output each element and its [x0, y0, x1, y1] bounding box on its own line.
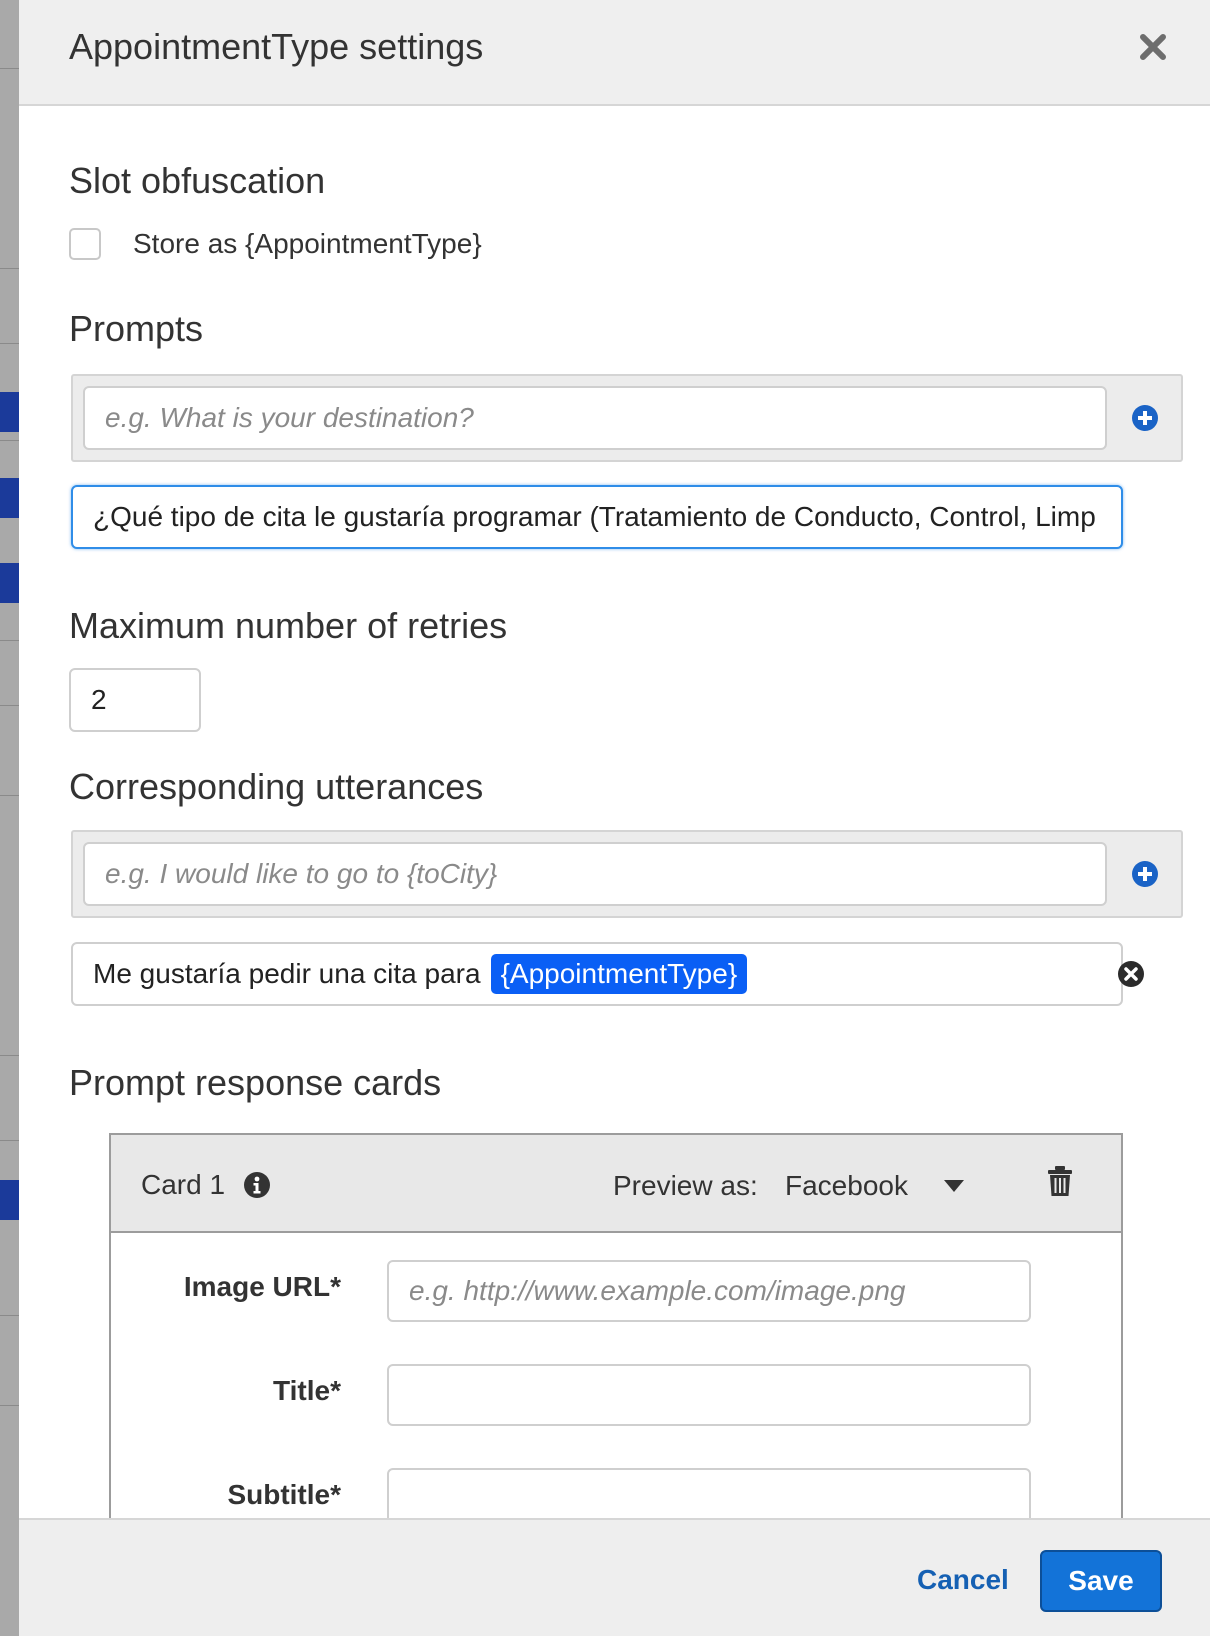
utterance-slot-tag[interactable]: {AppointmentType}	[490, 954, 748, 994]
bg-divider	[0, 1140, 19, 1141]
bg-divider	[0, 440, 19, 441]
prompt-item-text: ¿Qué tipo de cita le gustaría programar …	[93, 501, 1096, 532]
prompt-item-input[interactable]: ¿Qué tipo de cita le gustaría programar …	[71, 485, 1123, 549]
utterance-item-text: Me gustaría pedir una cita para	[93, 958, 481, 989]
new-utterance-group: e.g. I would like to go to {toCity}	[71, 830, 1183, 918]
bg-slot-chip	[0, 1180, 19, 1220]
new-utterance-input[interactable]: e.g. I would like to go to {toCity}	[83, 842, 1107, 906]
card-name: Card 1	[141, 1169, 226, 1200]
caret-down-icon[interactable]	[943, 1179, 965, 1193]
bg-slot-chip	[0, 392, 19, 432]
bg-divider	[0, 268, 19, 269]
bg-divider	[0, 705, 19, 706]
store-as-checkbox[interactable]	[69, 228, 101, 260]
title-input[interactable]	[387, 1364, 1031, 1426]
max-retries-input[interactable]: 2	[69, 668, 201, 732]
save-button[interactable]: Save	[1040, 1550, 1162, 1612]
trash-icon[interactable]	[1047, 1165, 1073, 1197]
new-prompt-input[interactable]: e.g. What is your destination?	[83, 386, 1107, 450]
cancel-button[interactable]: Cancel	[917, 1564, 1009, 1596]
store-as-label: Store as {AppointmentType}	[133, 228, 482, 259]
max-retries-heading: Maximum number of retries	[69, 605, 508, 646]
background-page	[0, 0, 19, 1636]
preview-platform-select[interactable]: Facebook	[785, 1170, 908, 1202]
bg-divider	[0, 1055, 19, 1056]
image-url-label: Image URL*	[183, 1271, 341, 1302]
utterance-item-input[interactable]: Me gustaría pedir una cita para {Appoint…	[71, 942, 1123, 1006]
response-card: Card 1 Preview as: Facebook Image URL* e…	[109, 1133, 1123, 1553]
info-icon[interactable]	[243, 1171, 271, 1199]
slot-obfuscation-heading: Slot obfuscation	[69, 160, 326, 201]
bg-divider	[0, 343, 19, 344]
subtitle-label: Subtitle*	[227, 1479, 341, 1510]
add-prompt-icon[interactable]	[1131, 404, 1159, 432]
bg-slot-chip	[0, 563, 19, 603]
bg-divider	[0, 1405, 19, 1406]
remove-utterance-icon[interactable]	[1117, 960, 1145, 988]
bg-divider	[0, 795, 19, 796]
response-cards-heading: Prompt response cards	[69, 1062, 442, 1103]
max-retries-value: 2	[91, 684, 107, 715]
card-header: Card 1 Preview as: Facebook	[111, 1135, 1121, 1233]
utterances-heading: Corresponding utterances	[69, 766, 484, 807]
new-utterance-placeholder: e.g. I would like to go to {toCity}	[105, 858, 498, 889]
modal-title: AppointmentType settings	[69, 26, 484, 67]
prompts-heading: Prompts	[69, 308, 204, 349]
image-url-placeholder: e.g. http://www.example.com/image.png	[409, 1275, 906, 1306]
bg-slot-chip	[0, 478, 19, 518]
new-prompt-group: e.g. What is your destination?	[71, 374, 1183, 462]
add-utterance-icon[interactable]	[1131, 860, 1159, 888]
bg-divider	[0, 68, 19, 69]
modal-footer: Cancel Save	[19, 1518, 1210, 1636]
modal-header: AppointmentType settings	[19, 0, 1210, 106]
bg-divider	[0, 640, 19, 641]
new-prompt-placeholder: e.g. What is your destination?	[105, 402, 474, 433]
image-url-input[interactable]: e.g. http://www.example.com/image.png	[387, 1260, 1031, 1322]
close-icon[interactable]	[1136, 30, 1170, 64]
title-label: Title*	[273, 1375, 341, 1406]
slot-settings-modal: AppointmentType settings Slot obfuscatio…	[19, 0, 1210, 1636]
bg-divider	[0, 1315, 19, 1316]
preview-label: Preview as:	[613, 1170, 758, 1201]
